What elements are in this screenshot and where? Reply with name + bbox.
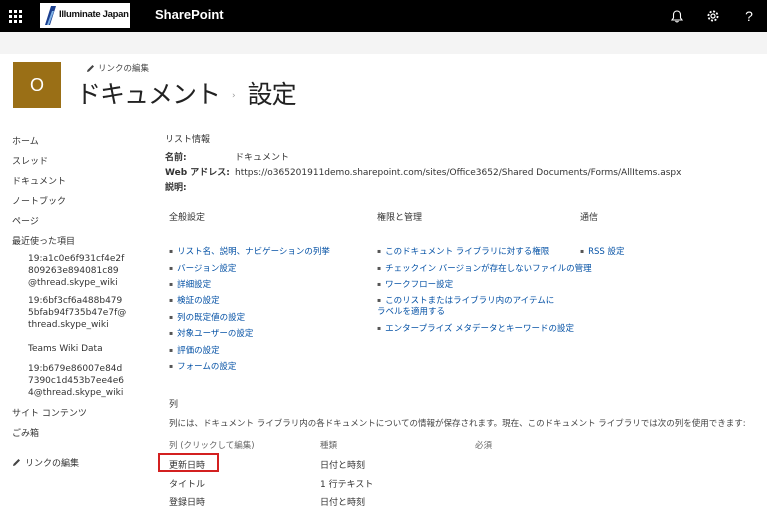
nav-recent-item[interactable]: 19:6bf3cf6a488b479 5bfab94f735b47e7f@ th… (28, 295, 126, 331)
page-title-settings: 設定 (247, 80, 297, 109)
link-form-settings[interactable]: フォームの設定 (169, 361, 236, 373)
gear-icon[interactable] (699, 0, 727, 32)
page-title: ドキュメント › 設定 (76, 75, 297, 111)
list-name-label: 名前: (165, 153, 187, 163)
table-row-type: 日付と時刻 (320, 461, 366, 471)
command-band (0, 32, 767, 54)
nav-recent-item[interactable]: 19:b679e86007e84d 7390c1d453b7ee4e6 4@th… (28, 363, 124, 399)
table-row-type: 日付と時刻 (320, 498, 366, 508)
help-icon[interactable]: ? (735, 0, 763, 32)
nav-recent-item[interactable]: 19:a1c0e6f931cf4e2f 809263e894081c89 @th… (28, 253, 124, 289)
web-address-label: Web アドレス: (165, 168, 230, 178)
link-manage-checked-out-files[interactable]: チェックイン バージョンが存在しないファイルの管理 (377, 263, 592, 275)
link-workflow-settings[interactable]: ワークフロー設定 (377, 279, 453, 291)
company-logo[interactable]: Illuminate Japan (40, 3, 130, 28)
columns-description: 列には、ドキュメント ライブラリ内の各ドキュメントについての情報が保存されます。… (169, 419, 746, 429)
link-column-default-settings[interactable]: 列の既定値の設定 (169, 312, 245, 324)
logo-text: Illuminate Japan (59, 9, 129, 20)
edit-links-top[interactable]: リンクの編集 (86, 62, 149, 74)
column-header-type: 種類 (320, 441, 338, 451)
site-logo[interactable]: O (13, 62, 61, 108)
suite-bar: Illuminate Japan SharePoint ? (0, 0, 767, 32)
highlight-box (158, 453, 219, 472)
link-apply-label[interactable]: このリストまたはライブラリ内のアイテムにラベルを適用する (377, 295, 562, 318)
link-audience-settings[interactable]: 対象ユーザーの設定 (169, 328, 253, 340)
link-library-permissions[interactable]: このドキュメント ライブラリに対する権限 (377, 246, 549, 258)
nav-item-recycle-bin[interactable]: ごみ箱 (12, 426, 39, 439)
list-name-value: ドキュメント (235, 153, 290, 163)
nav-item-home[interactable]: ホーム (12, 134, 39, 147)
pencil-icon (13, 459, 20, 466)
permissions-heading: 権限と管理 (377, 213, 423, 223)
table-row-type: 1 行テキスト (320, 480, 374, 490)
communications-heading: 通信 (580, 213, 599, 223)
waffle-icon[interactable] (0, 0, 30, 32)
column-header-required: 必須 (475, 441, 493, 451)
nav-item-site-contents[interactable]: サイト コンテンツ (12, 406, 87, 419)
breadcrumb-separator-icon: › (232, 91, 236, 101)
column-header-name: 列 (クリックして編集) (169, 441, 255, 451)
list-name-row: 名前: ドキュメント (165, 150, 289, 163)
nav-item-pages[interactable]: ページ (12, 214, 39, 227)
bell-icon[interactable] (663, 0, 691, 32)
pencil-icon (87, 64, 94, 72)
table-row-name[interactable]: タイトル (169, 477, 205, 490)
web-address-value: https://o365201911demo.sharepoint.com/si… (235, 168, 682, 178)
nav-item-threads[interactable]: スレッド (12, 154, 48, 167)
general-settings-heading: 全般設定 (169, 213, 206, 223)
link-advanced-settings[interactable]: 詳細設定 (169, 279, 211, 291)
link-list-name-description[interactable]: リスト名、説明、ナビゲーションの列挙 (169, 246, 330, 258)
web-address-row: Web アドレス: https://o365201911demo.sharepoi… (165, 165, 681, 178)
app-title[interactable]: SharePoint (155, 7, 224, 22)
columns-heading: 列 (169, 400, 179, 410)
page-title-library[interactable]: ドキュメント (76, 75, 221, 111)
table-row-name[interactable]: 登録日時 (169, 495, 205, 508)
link-rating-settings[interactable]: 評価の設定 (169, 345, 220, 357)
nav-recent-item[interactable]: Teams Wiki Data (28, 343, 103, 355)
description-row: 説明: (165, 180, 235, 193)
nav-item-notebook[interactable]: ノートブック (12, 194, 66, 207)
nav-item-recent[interactable]: 最近使った項目 (12, 234, 75, 247)
nav-item-documents[interactable]: ドキュメント (12, 174, 66, 187)
link-validation-settings[interactable]: 検証の設定 (169, 295, 220, 307)
nav-edit-links-label: リンクの編集 (25, 459, 80, 469)
description-label: 説明: (165, 183, 187, 193)
list-info-heading: リスト情報 (165, 135, 211, 145)
nav-edit-links[interactable]: リンクの編集 (12, 456, 79, 469)
link-rss-settings[interactable]: RSS 設定 (580, 246, 624, 258)
link-versioning-settings[interactable]: バージョン設定 (169, 263, 236, 275)
edit-links-label: リンクの編集 (98, 64, 150, 74)
logo-mark-icon (45, 6, 56, 25)
link-enterprise-metadata[interactable]: エンタープライズ メタデータとキーワードの設定 (377, 323, 574, 335)
